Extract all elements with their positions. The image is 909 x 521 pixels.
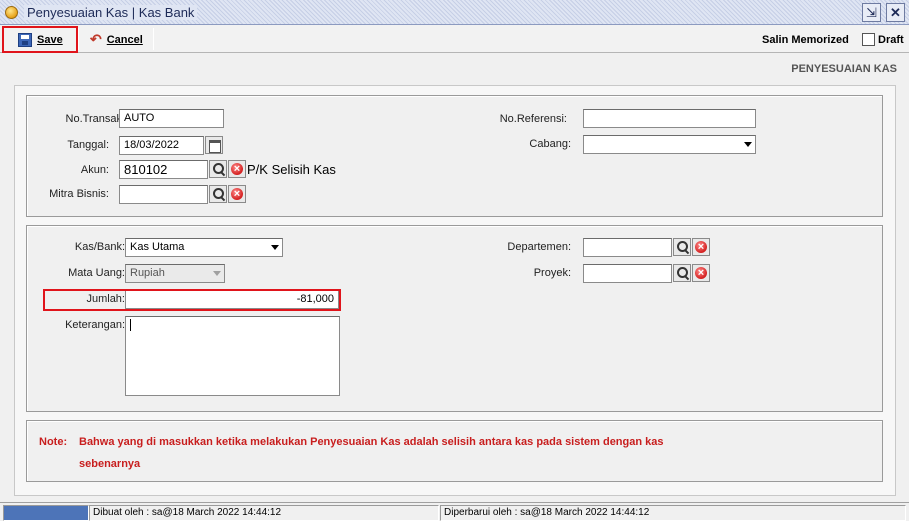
proyek-field[interactable] — [583, 264, 672, 283]
jumlah-highlight — [43, 289, 341, 311]
salin-memorized-button[interactable]: Salin Memorized — [762, 28, 849, 51]
close-icon[interactable]: ✕ — [886, 3, 905, 22]
note-text-line2: sebenarnya — [79, 458, 141, 470]
calendar-icon[interactable] — [205, 136, 223, 154]
no-transaksi-field[interactable]: AUTO — [119, 109, 224, 128]
detail-panel: Kas/Bank: Kas Utama Mata Uang: Rupiah Ju… — [26, 225, 883, 412]
status-bar: Dibuat oleh : sa@18 March 2022 14:44:12 … — [0, 502, 909, 521]
mata-uang-label: Mata Uang: — [68, 267, 125, 279]
clear-icon[interactable] — [228, 160, 246, 178]
restore-icon[interactable]: ⇲ — [862, 3, 881, 22]
mitra-bisnis-field[interactable] — [119, 185, 208, 204]
search-icon[interactable] — [209, 160, 227, 178]
window-app-icon — [5, 6, 18, 19]
cancel-label: Cancel — [106, 33, 143, 46]
note-label: Note: — [39, 436, 68, 448]
chevron-down-icon — [213, 271, 221, 276]
mata-uang-select: Rupiah — [125, 264, 225, 283]
keterangan-label: Keterangan: — [65, 319, 125, 331]
clear-icon[interactable] — [228, 185, 246, 203]
draft-checkbox[interactable]: Draft — [862, 28, 904, 51]
keterangan-textarea[interactable] — [125, 316, 340, 396]
note-panel: Note: Bahwa yang di masukkan ketika mela… — [26, 420, 883, 482]
created-info: Dibuat oleh : sa@18 March 2022 14:44:12 — [89, 505, 439, 521]
header-panel: No.Transaksi: AUTO Tanggal: 18/03/2022 A… — [26, 95, 883, 217]
toolbar: Save ↶ Cancel Salin Memorized Draft — [0, 25, 909, 53]
clear-icon[interactable] — [692, 238, 710, 256]
search-icon[interactable] — [673, 264, 691, 282]
mitra-bisnis-label: Mitra Bisnis: — [49, 188, 109, 200]
updated-info: Diperbarui oleh : sa@18 March 2022 14:44… — [440, 505, 906, 521]
cancel-button[interactable]: ↶ Cancel — [82, 28, 151, 51]
cancel-icon: ↶ — [90, 31, 102, 47]
toolbar-divider — [78, 28, 79, 50]
clear-icon[interactable] — [692, 264, 710, 282]
tanggal-field[interactable]: 18/03/2022 — [119, 136, 204, 155]
draft-checkbox-box[interactable] — [862, 33, 875, 46]
note-text-line1: Bahwa yang di masukkan ketika melakukan … — [79, 436, 664, 448]
cabang-label: Cabang: — [529, 138, 571, 150]
tanggal-label: Tanggal: — [67, 139, 109, 151]
proyek-label: Proyek: — [533, 267, 571, 279]
chevron-down-icon — [744, 142, 752, 147]
departemen-label: Departemen: — [507, 241, 571, 253]
search-icon[interactable] — [209, 185, 227, 203]
title-bar: Penyesuaian Kas | Kas Bank ⇲ ✕ — [0, 0, 909, 25]
kas-bank-select[interactable]: Kas Utama — [125, 238, 283, 257]
kas-bank-value: Kas Utama — [130, 241, 185, 253]
salin-memorized-label: Salin Memorized — [762, 33, 849, 46]
chevron-down-icon — [271, 245, 279, 250]
window-title: Penyesuaian Kas | Kas Bank — [24, 5, 198, 20]
page-title: PENYESUAIAN KAS — [791, 63, 897, 75]
akun-field[interactable]: 810102 — [119, 160, 208, 179]
akun-name: P/K Selisih Kas — [247, 162, 336, 177]
draft-label: Draft — [878, 33, 904, 46]
save-highlight — [2, 26, 78, 53]
cabang-select[interactable] — [583, 135, 756, 154]
akun-label: Akun: — [80, 164, 109, 176]
toolbar-divider — [153, 28, 154, 50]
text-cursor — [130, 319, 131, 332]
departemen-field[interactable] — [583, 238, 672, 257]
search-icon[interactable] — [673, 238, 691, 256]
no-referensi-field[interactable] — [583, 109, 756, 128]
kas-bank-label: Kas/Bank: — [74, 241, 125, 253]
mata-uang-value: Rupiah — [130, 267, 165, 279]
no-referensi-label: No.Referensi: — [499, 113, 567, 125]
status-progress — [3, 505, 89, 521]
